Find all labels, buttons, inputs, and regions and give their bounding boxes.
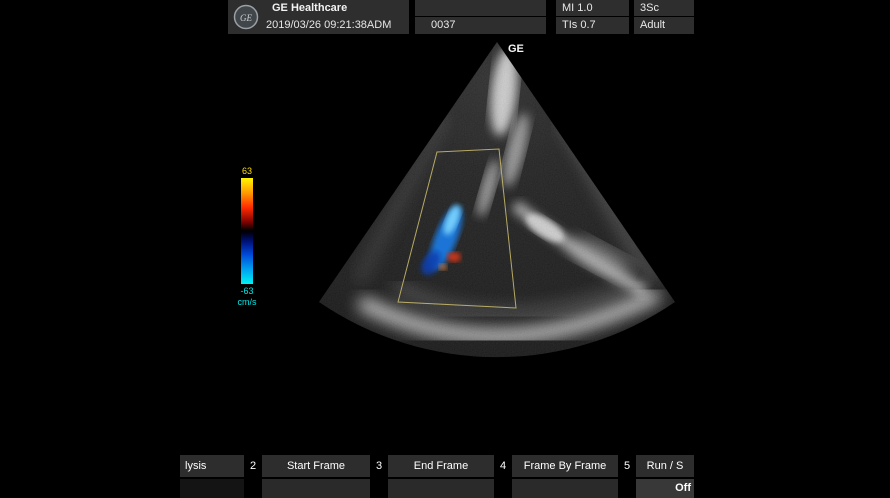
softkey-end-frame[interactable]: End Frame	[388, 455, 494, 477]
run-stop-state: Off	[636, 479, 694, 498]
softkey-run-stop-label: Run / S	[647, 460, 684, 472]
softkey-sub-analysis	[180, 479, 244, 498]
ultrasound-screen: { "header": { "logo": "GE", "brand": "GE…	[0, 0, 890, 498]
softkey-analysis[interactable]: lysis	[180, 455, 249, 477]
softkey-number-2: 2	[244, 455, 262, 477]
svg-text:GE: GE	[240, 13, 252, 23]
patient-type-label: Adult	[634, 17, 694, 34]
tissue-structures	[300, 30, 700, 370]
softkey-sub-start-frame	[262, 479, 370, 498]
datetime-label: 2019/03/26 09:21:38ADM	[266, 17, 391, 34]
ge-logo-icon: GE	[233, 4, 259, 30]
colorbar-max-label: 63	[234, 166, 260, 176]
softkey-number-4: 4	[494, 455, 512, 477]
colorbar-min-label: -63	[234, 286, 260, 296]
softkey-analysis-label: lysis	[185, 460, 206, 472]
vendor-watermark: GE	[508, 43, 524, 55]
softkey-start-frame-label: Start Frame	[287, 460, 345, 472]
image-counter: 0037	[415, 17, 546, 34]
header-counter-empty	[415, 0, 546, 17]
header-probe-block: 3Sc Adult	[634, 0, 694, 34]
softkey-number-3: 3	[370, 455, 388, 477]
ultrasound-image: GE	[0, 0, 890, 498]
softkey-number-5: 5	[618, 455, 636, 477]
color-scale-bar	[241, 178, 253, 284]
brand-label: GE Healthcare	[266, 0, 391, 17]
softkey-start-frame[interactable]: Start Frame	[262, 455, 370, 477]
softkey-sub-end-frame	[388, 479, 494, 498]
header-acoustic-block: MI 1.0 TIs 0.7	[556, 0, 629, 34]
mi-label: MI 1.0	[556, 0, 629, 17]
probe-label: 3Sc	[634, 0, 694, 17]
header-counter-block: 0037	[415, 0, 546, 34]
softkey-frame-by-frame-label: Frame By Frame	[524, 460, 607, 472]
header-patient-bank: GE GE Healthcare 2019/03/26 09:21:38ADM	[228, 0, 409, 34]
softkey-run-stop[interactable]: Run / S	[636, 455, 694, 477]
softkey-frame-by-frame[interactable]: Frame By Frame	[512, 455, 618, 477]
softkey-sub-frame-by-frame	[512, 479, 618, 498]
tis-label: TIs 0.7	[556, 17, 629, 34]
colorbar-unit-label: cm/s	[234, 297, 260, 307]
softkey-end-frame-label: End Frame	[414, 460, 468, 472]
